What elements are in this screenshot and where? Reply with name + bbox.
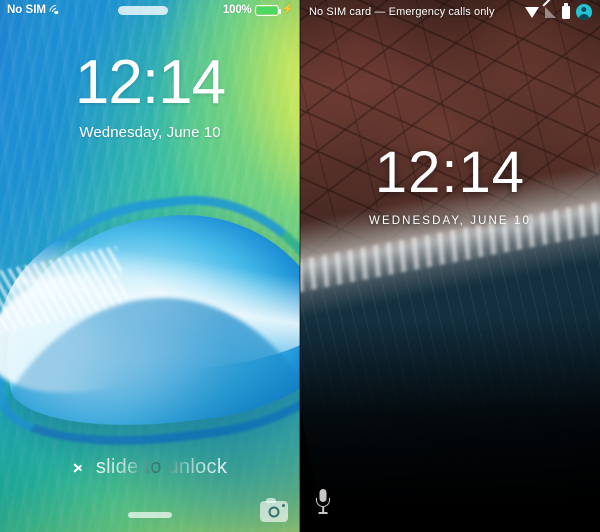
slide-to-unlock-label: slide to unlock [95,456,228,478]
battery-icon [254,4,281,16]
android-wallpaper-bottom-scrim [300,319,600,532]
ios-clock-date: Wednesday, June 10 [79,124,221,141]
status-pill-indicator [117,5,168,15]
battery-icon [562,3,570,19]
android-status-bar: No SIM card — Emergency calls only [300,0,600,24]
android-wallpaper [300,0,600,532]
wifi-icon [47,1,66,21]
android-clock-date: WEDNESDAY, JUNE 10 [369,215,531,227]
camera-icon[interactable] [260,497,288,522]
slide-to-unlock-control[interactable]: slide to unlock [0,456,300,479]
ios-status-bar: No SIM 100% ⚡ [0,0,300,21]
split-screen-comparison: No SIM 100% ⚡ 12:14 Wednesday, June 10 s… [0,0,600,532]
ios-clock-time: 12:14 [74,48,226,117]
wifi-icon [525,6,539,18]
ios-status-right: 100% ⚡ [223,4,300,16]
pane-divider [299,0,301,532]
chevron-right-icon [73,458,85,477]
ios-carrier-label: No SIM [7,4,46,16]
android-clock-time: 12:14 [374,140,526,205]
android-status-icons [525,0,600,20]
microphone-icon[interactable] [314,489,332,515]
ios-status-center [63,5,223,15]
lightning-bolt-icon: ⚡ [281,4,294,15]
ios-status-left: No SIM [0,1,66,21]
ios-lockscreen-pane: No SIM 100% ⚡ 12:14 Wednesday, June 10 s… [0,0,300,532]
android-carrier-label: No SIM card — Emergency calls only [309,6,495,18]
signal-off-icon [542,0,556,18]
home-indicator-pill[interactable] [128,512,172,518]
android-lockscreen-pane: No SIM card — Emergency calls only 12:14… [300,0,600,532]
user-avatar-icon[interactable] [576,4,592,20]
ios-battery-percent: 100% [222,4,252,16]
